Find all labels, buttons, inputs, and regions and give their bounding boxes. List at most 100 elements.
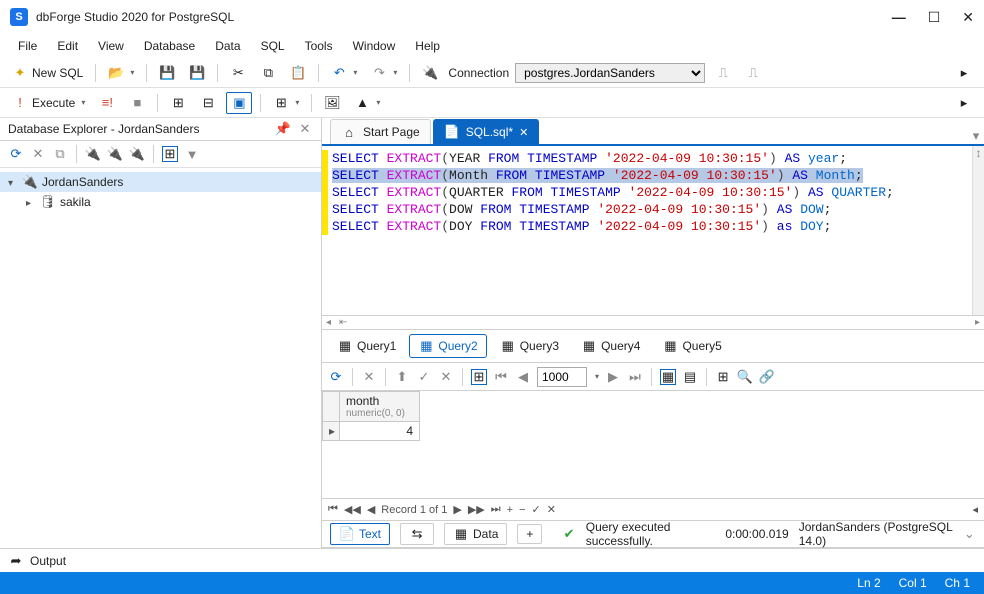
pivot-icon[interactable]: ⊞: [715, 369, 731, 385]
menu-database[interactable]: Database: [136, 37, 203, 55]
execute-current-button[interactable]: ≡!: [95, 93, 119, 113]
menu-help[interactable]: Help: [407, 37, 448, 55]
text-mode-button[interactable]: 📄 Text: [330, 523, 390, 545]
menu-window[interactable]: Window: [345, 37, 404, 55]
copy-button[interactable]: ⧉: [256, 63, 280, 83]
db-tool-2-button[interactable]: ⎍: [741, 63, 765, 83]
status-caret-icon[interactable]: ⌄: [963, 526, 976, 542]
editor-scrollbar[interactable]: ↕: [972, 146, 984, 315]
clear-icon[interactable]: ✕: [361, 369, 377, 385]
pin-icon[interactable]: 📌: [275, 121, 291, 137]
overflow-2-button[interactable]: ▸: [952, 93, 976, 113]
filter-icon[interactable]: ▼: [184, 146, 200, 162]
cut-button[interactable]: ✂: [226, 63, 250, 83]
redo-button[interactable]: ↷▾: [367, 63, 401, 83]
copy-icon[interactable]: ⧉: [52, 146, 68, 162]
disconnect-icon[interactable]: 🔌: [129, 146, 145, 162]
swap-mode-button[interactable]: ⇆: [400, 523, 434, 545]
menu-data[interactable]: Data: [207, 37, 248, 55]
db-tool-1-button[interactable]: ⎍: [711, 63, 735, 83]
page-size-input[interactable]: [537, 367, 587, 387]
grid-view-icon[interactable]: ▦: [660, 369, 676, 385]
nav-add-icon[interactable]: +: [507, 504, 513, 516]
format-button[interactable]: ⊞: [166, 93, 190, 113]
minimize-button[interactable]: —: [892, 9, 906, 26]
result-tab-1[interactable]: ▦Query1: [328, 334, 405, 358]
result-tab-3[interactable]: ▦Query3: [491, 334, 568, 358]
first-page-icon[interactable]: ⏮: [493, 369, 509, 385]
nav-prev-icon[interactable]: ◀: [367, 503, 375, 516]
connection-plug-button[interactable]: 🔌: [418, 63, 442, 83]
next-page-icon[interactable]: ▶: [605, 369, 621, 385]
undo-button[interactable]: ↶▾: [327, 63, 361, 83]
prev-page-icon[interactable]: ◀: [515, 369, 531, 385]
nav-next-page-icon[interactable]: ▶▶: [468, 503, 485, 516]
new-sql-button[interactable]: ✦ New SQL: [8, 63, 87, 83]
editor-link-icon[interactable]: 🔗: [759, 369, 775, 385]
nav-cancel-icon[interactable]: ✕: [547, 503, 556, 516]
nav-first-icon[interactable]: ⏮: [328, 503, 338, 516]
refresh-icon[interactable]: ⟳: [8, 146, 24, 162]
output-panel-header[interactable]: ➦ Output: [0, 548, 984, 572]
comment-button[interactable]: ⊟: [196, 93, 220, 113]
card-view-icon[interactable]: ▤: [682, 369, 698, 385]
refresh-icon[interactable]: ⟳: [328, 369, 344, 385]
paste-button[interactable]: 📋: [286, 63, 310, 83]
result-tab-4[interactable]: ▦Query4: [572, 334, 649, 358]
execute-button[interactable]: ! Execute▾: [8, 93, 89, 113]
cell-value[interactable]: 4: [340, 422, 420, 441]
nav-next-icon[interactable]: ▶: [453, 503, 461, 516]
commit-icon[interactable]: ⬆: [394, 369, 410, 385]
page-size-dd-icon[interactable]: ▾: [595, 372, 599, 381]
menu-view[interactable]: View: [90, 37, 132, 55]
menu-sql[interactable]: SQL: [253, 37, 293, 55]
grid-options-button[interactable]: ⊞▾: [269, 93, 303, 113]
h-scroll-left-end-icon[interactable]: ⇤: [335, 317, 351, 328]
view-toggle-button[interactable]: ▣: [226, 92, 252, 114]
result-tab-5[interactable]: ▦Query5: [653, 334, 730, 358]
connection-select[interactable]: postgres.JordanSanders: [515, 63, 705, 83]
find-icon[interactable]: 🔍: [737, 369, 753, 385]
menu-tools[interactable]: Tools: [297, 37, 341, 55]
last-page-icon[interactable]: ⏭: [627, 369, 643, 385]
tab-close-icon[interactable]: ✕: [519, 126, 528, 139]
nav-last-icon[interactable]: ⏭: [491, 503, 501, 516]
menu-file[interactable]: File: [10, 37, 45, 55]
caret-right-icon[interactable]: [26, 195, 36, 209]
tree-database-node[interactable]: 🛢 sakila: [0, 192, 321, 212]
close-button[interactable]: ✕: [962, 9, 974, 26]
maximize-button[interactable]: ☐: [928, 9, 941, 26]
caret-down-icon[interactable]: [8, 175, 18, 189]
nav-remove-icon[interactable]: −: [519, 504, 525, 516]
nav-prev-page-icon[interactable]: ◀◀: [344, 503, 361, 516]
export-button[interactable]: 🖼: [320, 93, 344, 113]
connect-icon[interactable]: 🔌: [85, 146, 101, 162]
panel-close-icon[interactable]: ✕: [297, 121, 313, 137]
save-button[interactable]: 💾: [155, 63, 179, 83]
sql-editor[interactable]: SELECT EXTRACT(YEAR FROM TIMESTAMP '2022…: [322, 146, 984, 316]
save-all-button[interactable]: 💾: [185, 63, 209, 83]
nav-hscroll-icon[interactable]: ◂: [972, 503, 978, 516]
tabs-dropdown-icon[interactable]: ▾: [968, 128, 984, 144]
menu-edit[interactable]: Edit: [49, 37, 86, 55]
h-scroll-right-icon[interactable]: ▸: [971, 317, 984, 328]
connect2-icon[interactable]: 🔌: [107, 146, 123, 162]
stop-button[interactable]: ■: [125, 93, 149, 113]
profile-button[interactable]: ▲▾: [350, 93, 384, 113]
tree-connection-node[interactable]: 🔌 JordanSanders: [0, 172, 321, 192]
object-filter-icon[interactable]: ⊞: [162, 146, 178, 162]
reject-icon[interactable]: ✕: [438, 369, 454, 385]
db-tree[interactable]: 🔌 JordanSanders 🛢 sakila: [0, 168, 321, 548]
result-tab-2[interactable]: ▦Query2: [409, 334, 486, 358]
page-mode-icon[interactable]: ⊞: [471, 369, 487, 385]
delete-icon[interactable]: ✕: [30, 146, 46, 162]
add-mode-button[interactable]: +: [517, 524, 542, 544]
h-scroll-left-icon[interactable]: ◂: [322, 317, 335, 328]
data-mode-button[interactable]: ▦ Data: [444, 523, 507, 545]
open-button[interactable]: 📂▾: [104, 63, 138, 83]
accept-icon[interactable]: ✓: [416, 369, 432, 385]
tab-sql-file[interactable]: 📄 SQL.sql* ✕: [433, 119, 540, 144]
tab-start-page[interactable]: ⌂ Start Page: [330, 119, 431, 144]
nav-accept-icon[interactable]: ✓: [532, 503, 541, 516]
table-row[interactable]: ▸ 4: [322, 422, 984, 441]
